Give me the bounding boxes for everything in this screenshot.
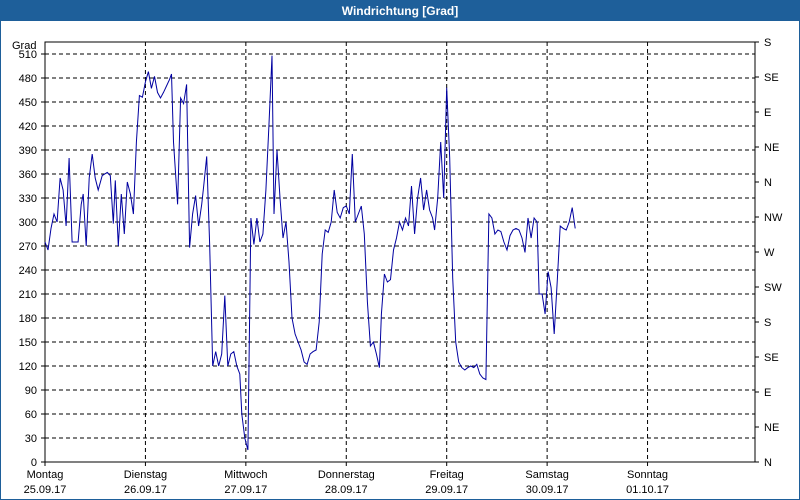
x-tick-day-label: Donnerstag [318, 469, 375, 481]
y-tick-label: 180 [19, 313, 37, 325]
y2-axis-compass-labels: N NE E SE S SW W NW N NE E SE S [764, 37, 783, 469]
y2-tick-label: SE [764, 352, 779, 364]
wind-direction-chart: Grad 03060901201501802102402703003303603… [12, 37, 783, 496]
y-tick-label: 30 [25, 433, 37, 445]
x-tick-date-label: 01.10.17 [626, 484, 669, 496]
y2-tick-label: S [764, 317, 771, 329]
y-tick-label: 360 [19, 169, 37, 181]
y-tick-label: 90 [25, 385, 37, 397]
grid-lines [45, 42, 755, 462]
y-tick-label: 150 [19, 337, 37, 349]
y-tick-label: 330 [19, 193, 37, 205]
x-tick-day-label: Freitag [430, 469, 464, 481]
y-axis-tick-labels: 0 30 60 90 120 150 180 210 240 270 300 330 360 390 420… [19, 49, 37, 469]
x-axis-tick-labels: Montag 25.09.17 Dienstag 26.09.17 Mittwoch 27… [24, 469, 669, 496]
x-tick-date-label: 30.09.17 [526, 484, 569, 496]
y2-tick-label: NE [764, 142, 779, 154]
x-tick-date-label: 26.09.17 [124, 484, 167, 496]
y2-tick-label: S [764, 37, 771, 49]
y-tick-label: 270 [19, 241, 37, 253]
y-tick-label: 210 [19, 289, 37, 301]
y-tick-label: 390 [19, 145, 37, 157]
y2-tick-label: NW [764, 212, 783, 224]
y2-tick-label: W [764, 247, 775, 259]
y-tick-label: 120 [19, 361, 37, 373]
x-tick-day-label: Dienstag [124, 469, 167, 481]
series-line [44, 55, 576, 451]
x-tick-date-label: 27.09.17 [224, 484, 267, 496]
y2-tick-label: N [764, 177, 772, 189]
y2-tick-label: E [764, 107, 771, 119]
y2-tick-label: NE [764, 422, 779, 434]
y-tick-label: 0 [31, 457, 37, 469]
plot-area [44, 41, 756, 463]
y-tick-label: 450 [19, 97, 37, 109]
x-tick-date-label: 29.09.17 [425, 484, 468, 496]
y2-tick-label: SE [764, 72, 779, 84]
x-tick-day-label: Samstag [525, 469, 568, 481]
x-tick-day-label: Sonntag [627, 469, 668, 481]
y-tick-label: 240 [19, 265, 37, 277]
y2-tick-label: E [764, 387, 771, 399]
y-tick-label: 510 [19, 49, 37, 61]
x-tick-day-label: Montag [27, 469, 64, 481]
y-tick-label: 300 [19, 217, 37, 229]
axis-ticks [41, 41, 759, 466]
y-tick-label: 480 [19, 73, 37, 85]
x-tick-day-label: Mittwoch [224, 469, 267, 481]
x-tick-date-label: 28.09.17 [325, 484, 368, 496]
y-tick-label: 420 [19, 121, 37, 133]
y2-tick-label: N [764, 457, 772, 469]
x-tick-date-label: 25.09.17 [24, 484, 67, 496]
y2-tick-label: SW [764, 282, 782, 294]
y-tick-label: 60 [25, 409, 37, 421]
